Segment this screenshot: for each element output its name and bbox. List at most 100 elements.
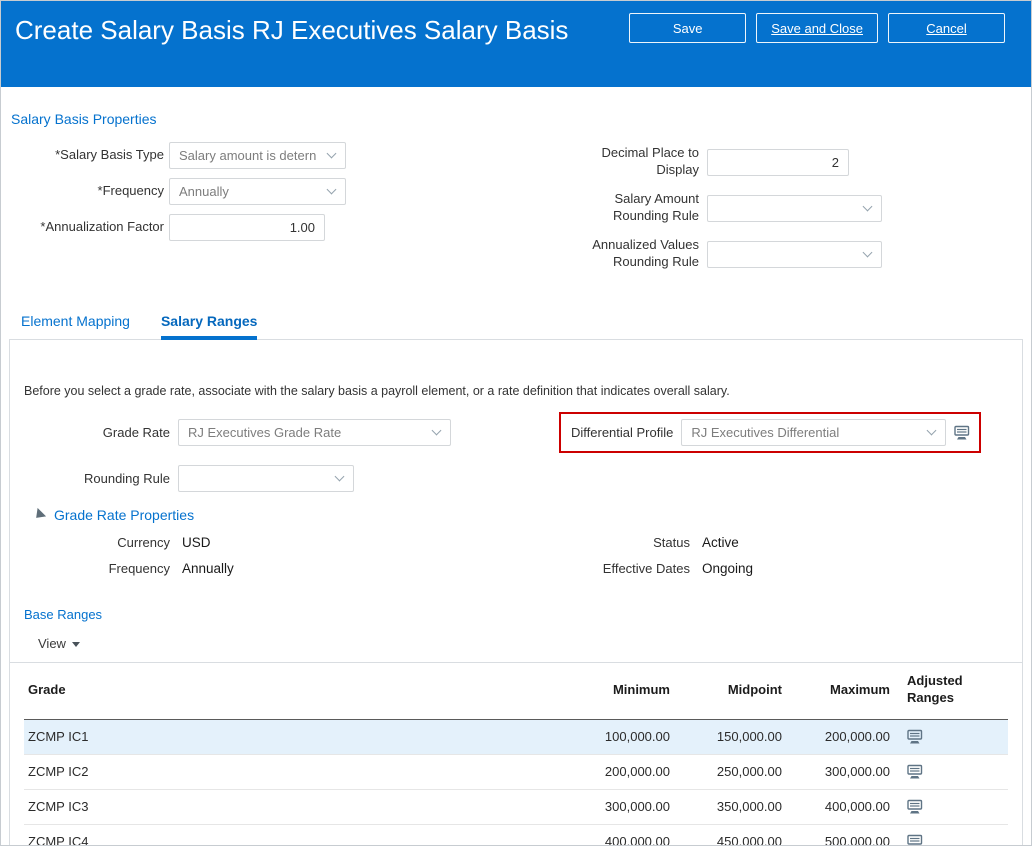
view-menu-button[interactable]: View: [38, 636, 80, 651]
annualization-factor-row: *Annualization Factor: [11, 214, 577, 241]
minimum-cell: 300,000.00: [464, 789, 672, 825]
differential-profile-label: Differential Profile: [571, 425, 674, 440]
chevron-down-icon: [326, 184, 337, 195]
effective-dates-row: Effective Dates Ongoing: [564, 561, 753, 576]
differential-profile-value: RJ Executives Differential: [691, 425, 840, 440]
adjusted-ranges-icon[interactable]: [907, 799, 923, 814]
rounding-rule-select[interactable]: [178, 465, 354, 492]
salary-amount-rounding-select[interactable]: [707, 194, 882, 222]
grade-frequency-row: Frequency Annually: [24, 561, 564, 576]
grade-rate-select[interactable]: RJ Executives Grade Rate: [178, 419, 451, 446]
frequency-label: *Frequency: [97, 183, 164, 199]
tab-bar: Element Mapping Salary Ranges: [9, 307, 1023, 340]
differential-profile-detail-icon[interactable]: [954, 425, 970, 440]
grade-rate-label: Grade Rate: [102, 425, 170, 440]
grade-cell: ZCMP IC1: [24, 719, 464, 755]
intro-text: Before you select a grade rate, associat…: [24, 384, 730, 398]
adjusted-ranges-icon[interactable]: [907, 764, 923, 779]
midpoint-cell: 350,000.00: [672, 789, 784, 825]
table-row[interactable]: ZCMP IC1 100,000.00 150,000.00 200,000.0…: [24, 719, 1008, 755]
grade-cell: ZCMP IC4: [24, 824, 464, 845]
decimal-place-row: Decimal Place to Display: [577, 142, 882, 182]
differential-profile-select[interactable]: RJ Executives Differential: [681, 419, 947, 446]
minimum-cell: 400,000.00: [464, 824, 672, 845]
annualization-factor-label: *Annualization Factor: [40, 219, 164, 235]
form-right-column: Decimal Place to Display Salary Amount R…: [577, 142, 882, 280]
status-label: Status: [653, 535, 690, 550]
table-row[interactable]: ZCMP IC3 300,000.00 350,000.00 400,000.0…: [24, 789, 1008, 825]
salary-basis-type-value: Salary amount is detern: [179, 148, 317, 163]
maximum-cell: 200,000.00: [784, 719, 892, 755]
chevron-down-icon: [326, 148, 337, 159]
tab-salary-ranges[interactable]: Salary Ranges: [160, 307, 258, 340]
frequency-value: Annually: [179, 184, 229, 199]
salary-basis-properties-section: Salary Basis Properties *Salary Basis Ty…: [1, 87, 1031, 280]
grade-cell: ZCMP IC3: [24, 789, 464, 825]
salary-basis-properties-link[interactable]: Salary Basis Properties: [11, 111, 157, 127]
frequency-select[interactable]: Annually: [169, 178, 346, 205]
differential-profile-highlight-box: Differential Profile RJ Executives Diffe…: [559, 412, 982, 453]
frequency-row: *Frequency Annually: [11, 178, 577, 205]
column-header-maximum: Maximum: [784, 663, 892, 720]
annualized-values-rounding-select[interactable]: [707, 240, 882, 268]
salary-basis-type-select[interactable]: Salary amount is detern: [169, 142, 346, 169]
grade-frequency-value: Annually: [182, 561, 234, 576]
decimal-place-input[interactable]: [707, 148, 849, 176]
page-title: Create Salary Basis RJ Executives Salary…: [15, 15, 569, 45]
table-row[interactable]: ZCMP IC4 400,000.00 450,000.00 500,000.0…: [24, 824, 1008, 846]
column-header-grade: Grade: [24, 663, 464, 720]
annualized-values-rounding-row: Annualized Values Rounding Rule: [577, 234, 882, 274]
table-row[interactable]: ZCMP IC2 200,000.00 250,000.00 300,000.0…: [24, 754, 1008, 790]
midpoint-cell: 450,000.00: [672, 824, 784, 845]
column-header-adjusted-ranges: Adjusted Ranges: [892, 663, 1008, 720]
cancel-button[interactable]: Cancel: [888, 13, 1005, 43]
status-value: Active: [702, 535, 739, 550]
midpoint-cell: 250,000.00: [672, 754, 784, 790]
maximum-cell: 300,000.00: [784, 754, 892, 790]
save-button[interactable]: Save: [629, 13, 747, 43]
effective-dates-label: Effective Dates: [602, 561, 690, 576]
effective-dates-value: Ongoing: [702, 561, 754, 576]
salary-basis-type-label: *Salary Basis Type: [55, 147, 164, 163]
header-buttons: Save Save and Close Cancel: [629, 13, 1005, 87]
minimum-cell: 100,000.00: [464, 719, 672, 755]
adjusted-ranges-icon[interactable]: [907, 729, 923, 744]
grade-rate-properties-grid: Currency USD Frequency Annually Status A…: [24, 535, 1008, 587]
status-row: Status Active: [564, 535, 753, 550]
grade-frequency-label: Frequency: [108, 561, 170, 576]
annualized-values-rounding-label: Annualized Values Rounding Rule: [592, 237, 699, 269]
grade-cell: ZCMP IC2: [24, 754, 464, 790]
salary-basis-type-row: *Salary Basis Type Salary amount is dete…: [11, 142, 577, 169]
annualization-factor-input[interactable]: [169, 214, 325, 241]
rounding-rule-row: Rounding Rule: [24, 465, 1008, 492]
currency-row: Currency USD: [24, 535, 564, 550]
view-menu-label: View: [38, 636, 66, 651]
salary-ranges-panel: Before you select a grade rate, associat…: [9, 339, 1023, 846]
chevron-down-icon: [862, 201, 873, 211]
column-header-minimum: Minimum: [464, 663, 672, 720]
chevron-down-icon: [926, 425, 937, 436]
decimal-place-label: Decimal Place to Display: [601, 145, 699, 177]
currency-label: Currency: [117, 535, 170, 550]
chevron-down-icon: [334, 471, 345, 482]
app-header: Create Salary Basis RJ Executives Salary…: [1, 1, 1031, 87]
salary-amount-rounding-label: Salary Amount Rounding Rule: [612, 191, 699, 223]
page: Create Salary Basis RJ Executives Salary…: [0, 0, 1032, 846]
adjusted-ranges-icon[interactable]: [907, 834, 923, 846]
table-header-row: Grade Minimum Midpoint Maximum Adjusted …: [24, 663, 1008, 720]
base-ranges-link[interactable]: Base Ranges: [24, 607, 102, 622]
grade-rate-value: RJ Executives Grade Rate: [188, 425, 342, 440]
grade-rate-properties-left: Currency USD Frequency Annually: [24, 535, 564, 587]
properties-form: *Salary Basis Type Salary amount is dete…: [11, 142, 1021, 280]
midpoint-cell: 150,000.00: [672, 719, 784, 755]
rounding-rule-label: Rounding Rule: [83, 471, 170, 486]
save-and-close-button[interactable]: Save and Close: [756, 13, 878, 43]
grade-rate-properties-disclosure[interactable]: Grade Rate Properties: [24, 507, 1008, 523]
section-expanded-icon: [31, 507, 47, 523]
tab-element-mapping[interactable]: Element Mapping: [21, 307, 130, 340]
base-ranges-table: Grade Minimum Midpoint Maximum Adjusted …: [24, 663, 1008, 846]
maximum-cell: 500,000.00: [784, 824, 892, 845]
minimum-cell: 200,000.00: [464, 754, 672, 790]
grade-rate-row: Grade Rate RJ Executives Grade Rate Diff…: [24, 412, 1008, 453]
salary-amount-rounding-row: Salary Amount Rounding Rule: [577, 188, 882, 228]
